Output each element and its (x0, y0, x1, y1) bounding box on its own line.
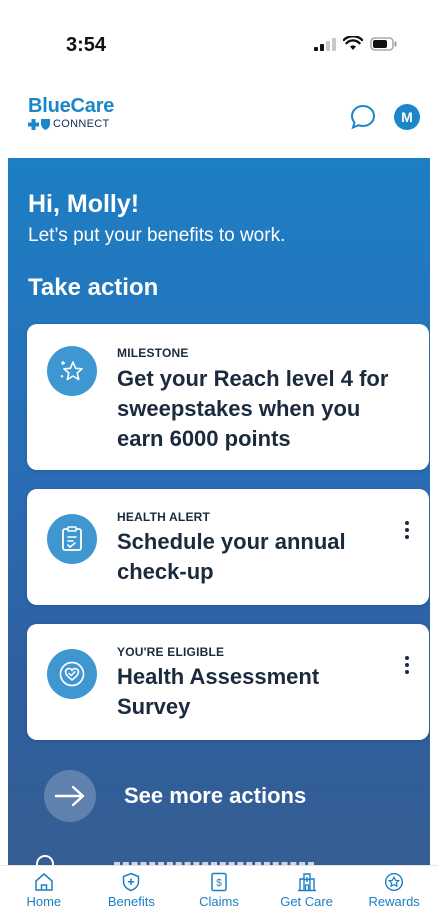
bottom-nav: Home Benefits $ Claims Get Care Rewards (0, 865, 438, 915)
card-tag: YOU'RE ELIGIBLE (117, 645, 225, 659)
nav-get-care[interactable]: Get Care (267, 872, 347, 909)
card-title: Health Assessment Survey (117, 664, 320, 719)
action-card-eligible[interactable]: YOU'RE ELIGIBLE Health Assessment Survey (27, 624, 429, 740)
card-tag: HEALTH ALERT (117, 510, 211, 524)
nav-rewards[interactable]: Rewards (354, 872, 434, 909)
nav-claims[interactable]: $ Claims (179, 872, 259, 909)
next-section-peek (36, 855, 314, 865)
clipboard-check-icon (47, 514, 97, 564)
heart-check-icon (47, 649, 97, 699)
card-tag: MILESTONE (117, 346, 189, 360)
arrow-right-icon (44, 770, 96, 822)
signal-icon (314, 37, 336, 51)
hospital-icon (297, 873, 316, 892)
action-card-milestone[interactable]: MILESTONE Get your Reach level 4 for swe… (27, 324, 429, 470)
card-title: Schedule your annual check-up (117, 529, 346, 584)
card-title: Get your Reach level 4 for sweepstakes w… (117, 366, 389, 451)
subgreeting: Let’s put your benefits to work. (28, 225, 286, 246)
action-card-health-alert[interactable]: HEALTH ALERT Schedule your annual check-… (27, 489, 429, 605)
bluecare-logo[interactable]: BlueCare CONNECT (28, 96, 114, 130)
nav-label: Rewards (368, 894, 420, 909)
nav-label: Home (26, 894, 62, 909)
wifi-icon (343, 36, 363, 50)
search-icon (36, 855, 54, 865)
take-action-title: Take action (28, 274, 159, 301)
more-options-icon[interactable] (399, 517, 415, 543)
status-icons (314, 36, 398, 51)
see-more-actions-button[interactable]: See more actions (44, 770, 306, 822)
home-icon (35, 873, 53, 891)
header-actions: M (350, 104, 420, 130)
avatar[interactable]: M (394, 104, 420, 130)
star-sparkle-icon (47, 346, 97, 396)
status-time: 3:54 (66, 34, 107, 56)
star-badge-icon (385, 872, 404, 892)
cross-shield-icon (28, 118, 50, 130)
nav-benefits[interactable]: Benefits (91, 872, 171, 909)
see-more-label: See more actions (124, 783, 307, 808)
logo-title: BlueCare (28, 95, 115, 117)
logo-sub: CONNECT (28, 118, 114, 130)
chat-bubble-icon[interactable] (350, 104, 376, 130)
status-bar: 3:54 (0, 0, 438, 80)
dollar-document-icon: $ (211, 872, 227, 892)
main-panel: Hi, Molly! Let’s put your benefits to wo… (8, 158, 430, 865)
app-header: BlueCare CONNECT M (0, 80, 438, 158)
shield-plus-icon (123, 872, 140, 892)
svg-text:$: $ (216, 878, 222, 889)
nav-label: Benefits (107, 894, 155, 909)
more-options-icon[interactable] (399, 652, 415, 678)
logo-connect-text: CONNECT (53, 118, 110, 130)
nav-label: Get Care (280, 894, 333, 909)
nav-home[interactable]: Home (4, 872, 84, 909)
battery-icon (370, 36, 397, 51)
nav-label: Claims (199, 894, 239, 909)
greeting: Hi, Molly! (28, 190, 140, 218)
